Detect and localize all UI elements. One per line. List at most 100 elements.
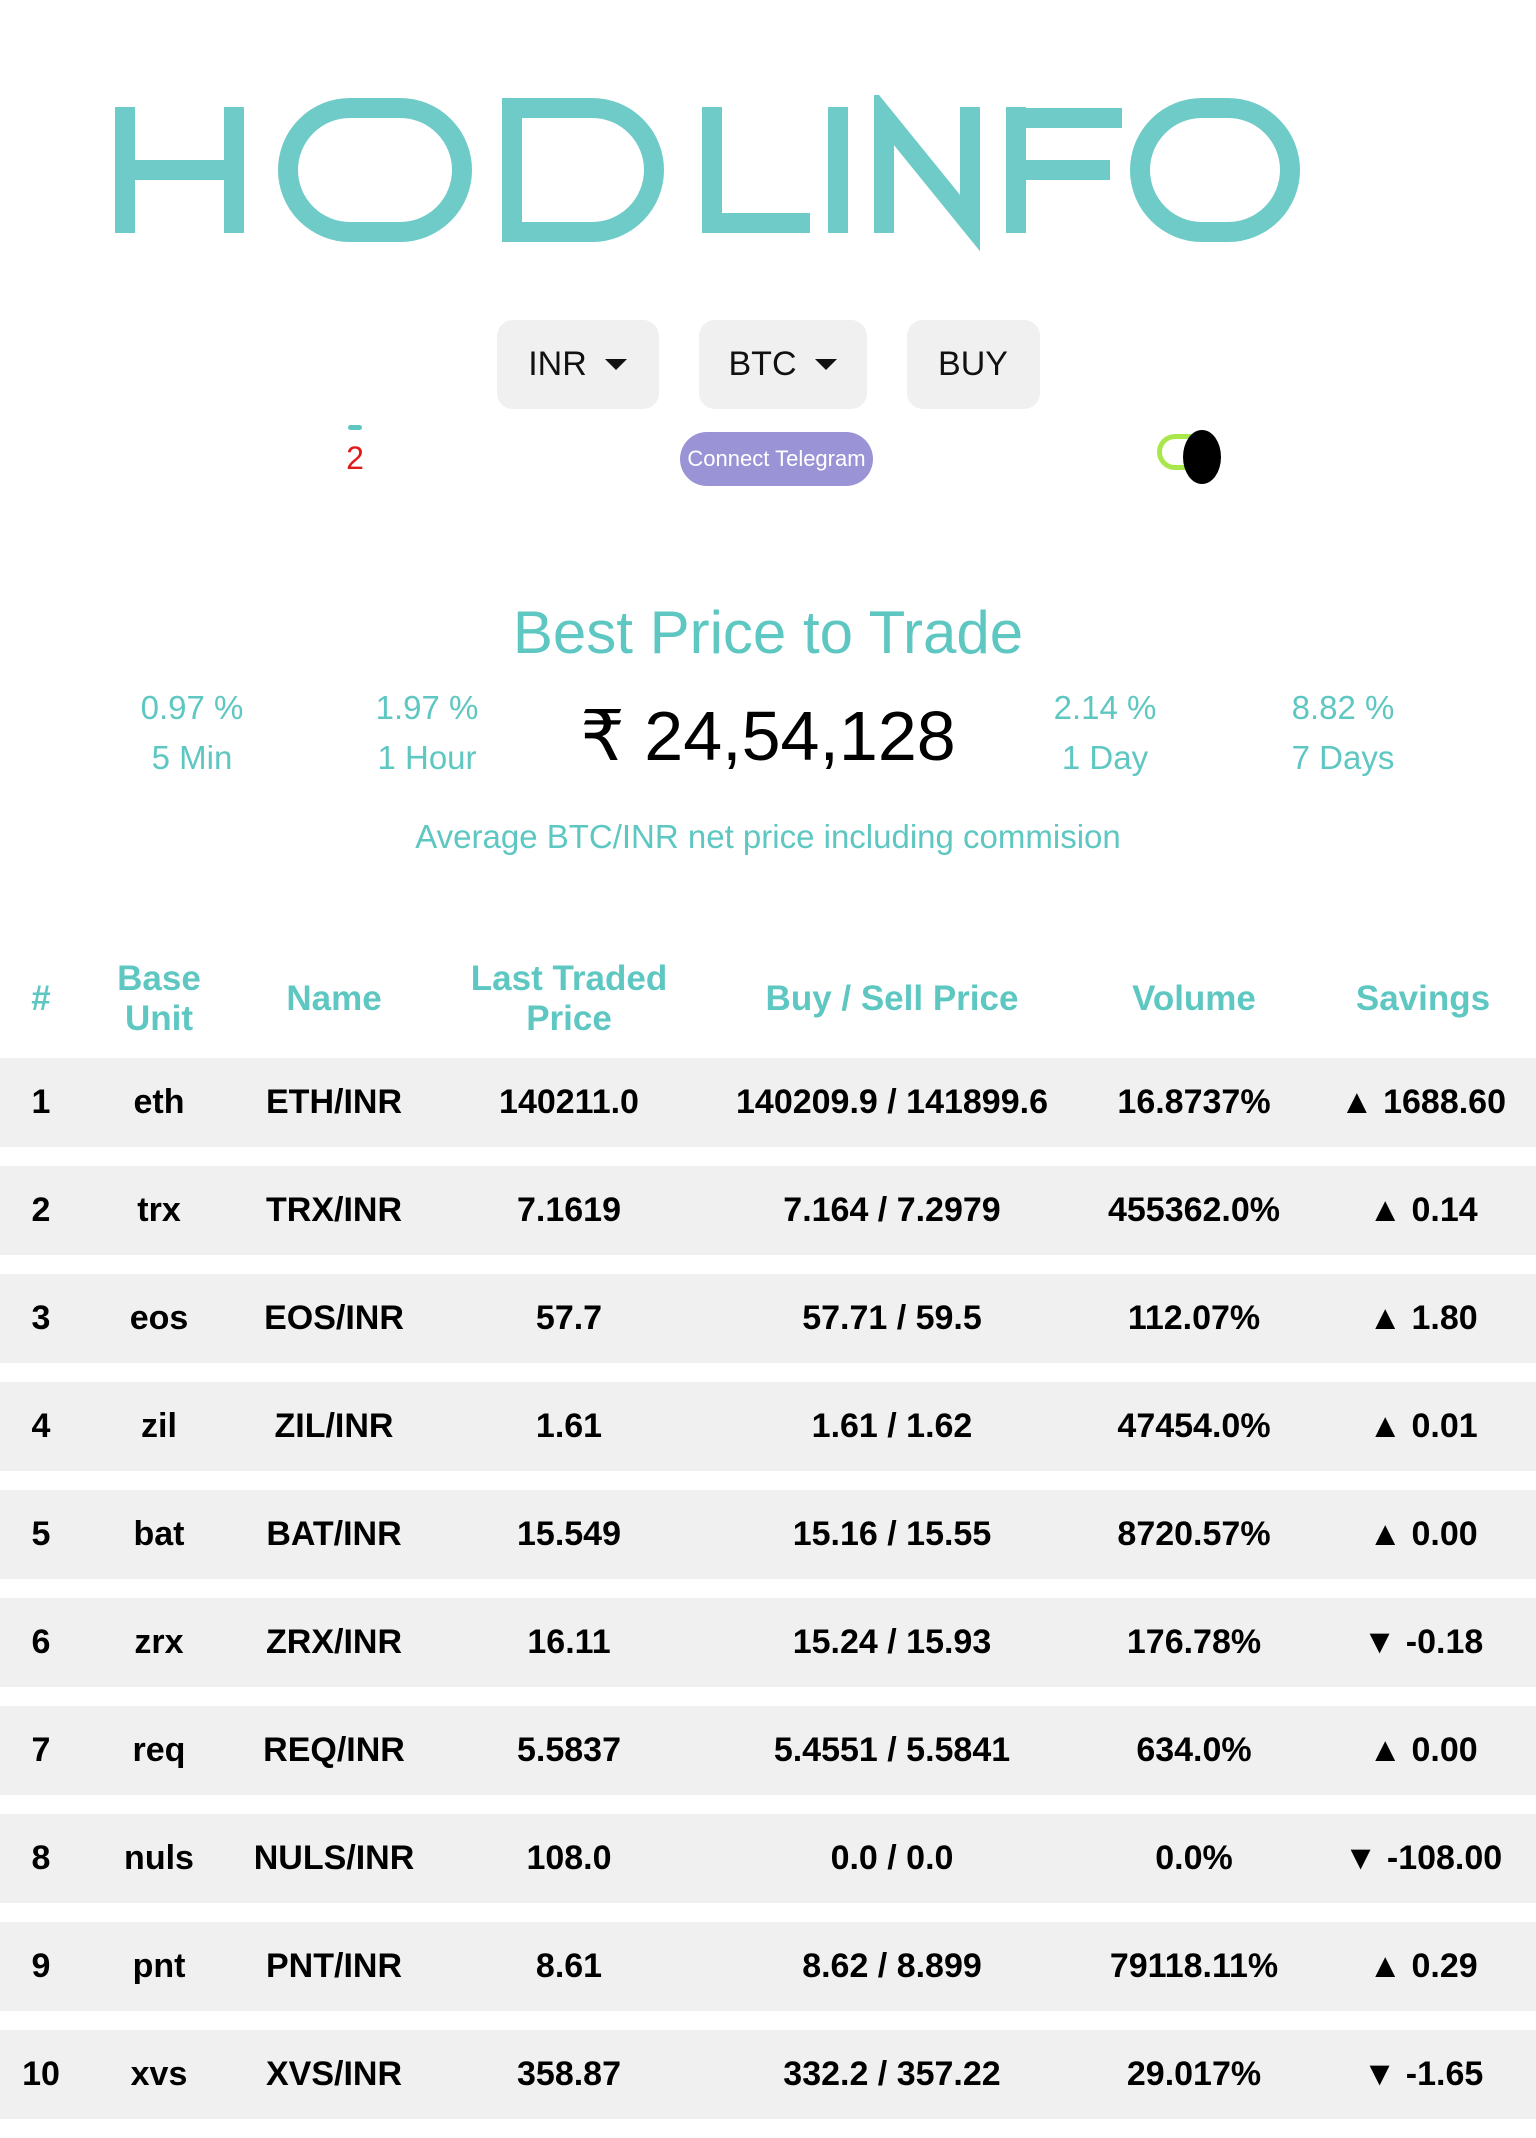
cell-base-unit: xvs (82, 2030, 236, 2119)
stat-percent: 0.97 % (140, 689, 244, 726)
cell-last-traded-price: 7.1619 (432, 1166, 706, 1255)
cell-name: ZIL/INR (236, 1382, 432, 1471)
toggle-knob-icon (1183, 430, 1221, 484)
cell-buy-sell-price: 7.164 / 7.2979 (706, 1166, 1078, 1255)
cell-savings: ▲ 0.00 (1310, 1706, 1536, 1795)
cell-last-traded-price: 16.11 (432, 1598, 706, 1687)
asset-label: BTC (728, 345, 797, 383)
cell-volume: 8720.57% (1078, 1490, 1310, 1579)
cell-volume: 455362.0% (1078, 1166, 1310, 1255)
cell-name: ETH/INR (236, 1058, 432, 1147)
cell-volume: 112.07% (1078, 1274, 1310, 1363)
cell-buy-sell-price: 1.61 / 1.62 (706, 1382, 1078, 1471)
cell-last-traded-price: 15.549 (432, 1490, 706, 1579)
cell-buy-sell-price: 8.62 / 8.899 (706, 1922, 1078, 2011)
connect-telegram-button[interactable]: Connect Telegram (680, 432, 873, 486)
table-row: 2 trx TRX/INR 7.1619 7.164 / 7.2979 4553… (0, 1166, 1536, 1255)
cell-base-unit: req (82, 1706, 236, 1795)
stat-percent: 8.82 % (1291, 689, 1395, 726)
cell-index: 7 (0, 1706, 82, 1795)
stat-period: 1 Day (1061, 739, 1149, 776)
table-row: 4 zil ZIL/INR 1.61 1.61 / 1.62 47454.0% … (0, 1382, 1536, 1471)
cell-name: BAT/INR (236, 1490, 432, 1579)
cell-savings: ▲ 0.29 (1310, 1922, 1536, 2011)
cell-buy-sell-price: 5.4551 / 5.5841 (706, 1706, 1078, 1795)
table-row: 1 eth ETH/INR 140211.0 140209.9 / 141899… (0, 1058, 1536, 1147)
cell-savings: ▼ -1.65 (1310, 2030, 1536, 2119)
cell-last-traded-price: 5.5837 (432, 1706, 706, 1795)
cell-buy-sell-price: 15.16 / 15.55 (706, 1490, 1078, 1579)
cell-savings: ▲ 0.01 (1310, 1382, 1536, 1471)
cell-index: 5 (0, 1490, 82, 1579)
buy-button[interactable]: BUY (906, 320, 1040, 409)
table-row: 5 bat BAT/INR 15.549 15.16 / 15.55 8720.… (0, 1490, 1536, 1579)
timer-countdown: 2 (346, 440, 364, 476)
currency-dropdown[interactable]: INR (496, 320, 659, 409)
cell-index: 10 (0, 2030, 82, 2119)
average-price-note: Average BTC/INR net price including comm… (415, 818, 1121, 855)
stat-1-hour: 1.97 % 1 Hour (327, 683, 527, 783)
asset-dropdown[interactable]: BTC (698, 320, 867, 409)
cell-base-unit: eos (82, 1274, 236, 1363)
stat-5-min: 0.97 % 5 Min (92, 683, 292, 783)
cell-savings: ▼ -0.18 (1310, 1598, 1536, 1687)
cell-last-traded-price: 8.61 (432, 1922, 706, 2011)
currency-label: INR (528, 345, 587, 383)
table-row: 10 xvs XVS/INR 358.87 332.2 / 357.22 29.… (0, 2030, 1536, 2119)
cell-last-traded-price: 358.87 (432, 2030, 706, 2119)
cell-index: 2 (0, 1166, 82, 1255)
cell-index: 9 (0, 1922, 82, 2011)
cell-name: EOS/INR (236, 1274, 432, 1363)
cell-last-traded-price: 108.0 (432, 1814, 706, 1903)
hodlinfo-logo[interactable] (110, 95, 1300, 255)
cell-base-unit: pnt (82, 1922, 236, 2011)
table-row: 8 nuls NULS/INR 108.0 0.0 / 0.0 0.0% ▼ -… (0, 1814, 1536, 1903)
header-buy-sell-price: Buy / Sell Price (765, 979, 1019, 1018)
cell-name: ZRX/INR (236, 1598, 432, 1687)
timer-progress-icon (348, 425, 362, 430)
cell-last-traded-price: 1.61 (432, 1382, 706, 1471)
cell-base-unit: eth (82, 1058, 236, 1147)
cell-name: NULS/INR (236, 1814, 432, 1903)
cell-index: 8 (0, 1814, 82, 1903)
cell-savings: ▲ 0.14 (1310, 1166, 1536, 1255)
header-volume: Volume (1132, 979, 1256, 1018)
cell-volume: 0.0% (1078, 1814, 1310, 1903)
stat-1-day: 2.14 % 1 Day (1005, 683, 1205, 783)
cell-volume: 29.017% (1078, 2030, 1310, 2119)
stat-percent: 1.97 % (375, 689, 479, 726)
table-row: 6 zrx ZRX/INR 16.11 15.24 / 15.93 176.78… (0, 1598, 1536, 1687)
cell-savings: ▲ 1688.60 (1310, 1058, 1536, 1147)
cell-volume: 634.0% (1078, 1706, 1310, 1795)
ticker-table: # Base Unit Name Last Traded Price Buy /… (0, 940, 1536, 2138)
theme-toggle[interactable] (1157, 430, 1221, 484)
cell-volume: 47454.0% (1078, 1382, 1310, 1471)
header-index: # (31, 979, 51, 1018)
cell-buy-sell-price: 57.71 / 59.5 (706, 1274, 1078, 1363)
cell-last-traded-price: 140211.0 (432, 1058, 706, 1147)
refresh-timer: 2 (330, 425, 380, 474)
caret-down-icon (604, 359, 627, 370)
cell-base-unit: trx (82, 1166, 236, 1255)
cell-base-unit: zrx (82, 1598, 236, 1687)
stat-period: 1 Hour (377, 739, 477, 776)
cell-name: XVS/INR (236, 2030, 432, 2119)
cell-name: TRX/INR (236, 1166, 432, 1255)
best-price-value: ₹ 24,54,128 (580, 697, 956, 775)
cell-buy-sell-price: 0.0 / 0.0 (706, 1814, 1078, 1903)
header-last-traded-price: Last Traded Price (470, 959, 668, 1038)
header-savings: Savings (1355, 979, 1491, 1018)
caret-down-icon (814, 359, 837, 370)
cell-buy-sell-price: 140209.9 / 141899.6 (706, 1058, 1078, 1147)
cell-index: 3 (0, 1274, 82, 1363)
stat-period: 5 Min (151, 739, 233, 776)
top-controls: INR BTC BUY (0, 320, 1536, 409)
cell-savings: ▲ 0.00 (1310, 1490, 1536, 1579)
header-base-unit: Base Unit (117, 959, 201, 1038)
cell-savings: ▲ 1.80 (1310, 1274, 1536, 1363)
cell-index: 1 (0, 1058, 82, 1147)
table-row: 3 eos EOS/INR 57.7 57.71 / 59.5 112.07% … (0, 1274, 1536, 1363)
best-price-title: Best Price to Trade (512, 599, 1024, 666)
cell-index: 6 (0, 1598, 82, 1687)
cell-buy-sell-price: 332.2 / 357.22 (706, 2030, 1078, 2119)
